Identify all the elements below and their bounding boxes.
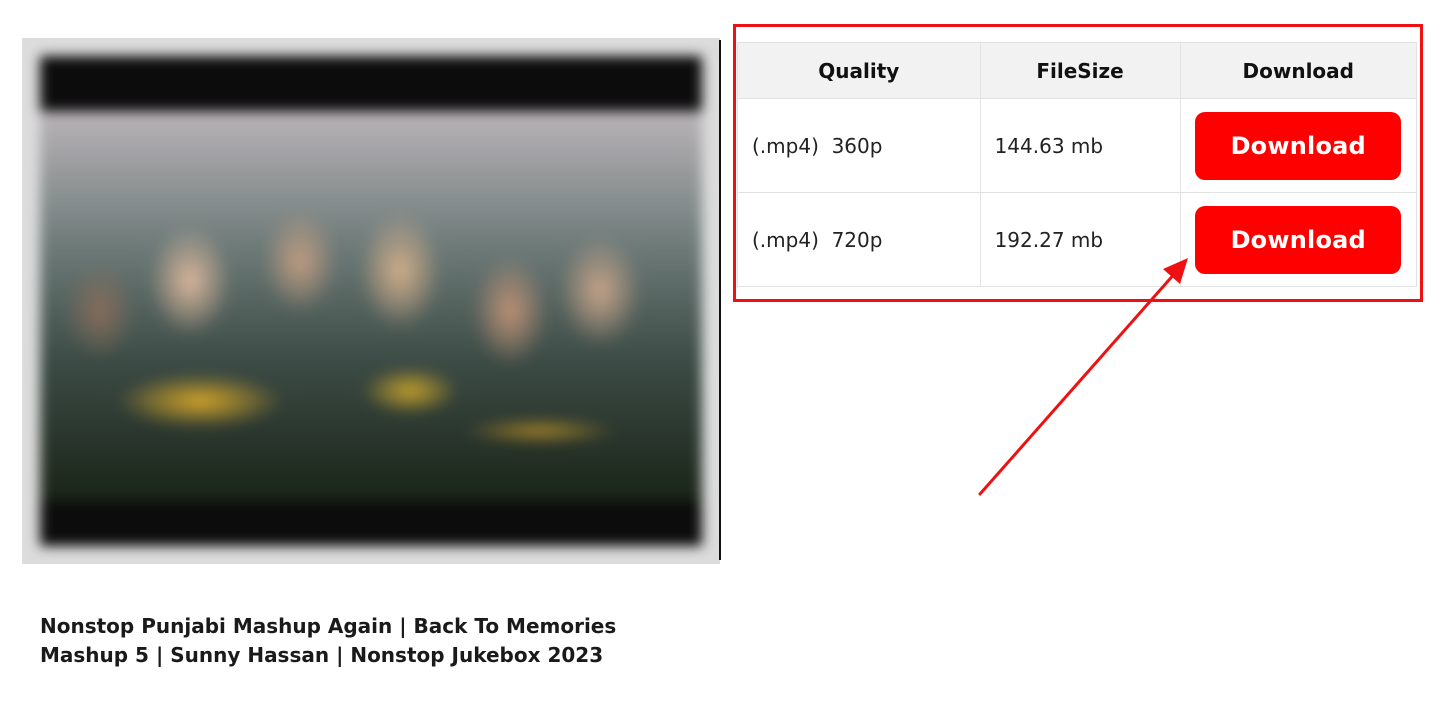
- filesize-cell: 192.27 mb: [979, 192, 1181, 287]
- table-row: (.mp4) 720p 192.27 mb Download: [737, 192, 1417, 287]
- quality-cell: (.mp4) 720p: [737, 192, 981, 287]
- download-720p-button[interactable]: Download: [1195, 205, 1402, 274]
- header-filesize: FileSize: [979, 42, 1181, 99]
- download-cell: Download: [1179, 98, 1417, 193]
- video-title: Nonstop Punjabi Mashup Again | Back To M…: [40, 614, 617, 667]
- thumbnail-artwork: [40, 111, 702, 501]
- download-cell: Download: [1179, 192, 1417, 287]
- download-table: Quality FileSize Download (.mp4) 360p 14…: [737, 42, 1417, 287]
- quality-cell: (.mp4) 360p: [737, 98, 981, 193]
- page: Nonstop Punjabi Mashup Again | Back To M…: [0, 0, 1440, 720]
- header-download: Download: [1179, 42, 1417, 99]
- table-header-row: Quality FileSize Download: [737, 42, 1417, 99]
- download-360p-button[interactable]: Download: [1195, 111, 1402, 180]
- filesize-cell: 144.63 mb: [979, 98, 1181, 193]
- thumbnail-image: [40, 56, 702, 546]
- table-row: (.mp4) 360p 144.63 mb Download: [737, 98, 1417, 193]
- video-thumbnail[interactable]: [22, 38, 720, 564]
- divider: [719, 40, 721, 560]
- header-quality: Quality: [737, 42, 981, 99]
